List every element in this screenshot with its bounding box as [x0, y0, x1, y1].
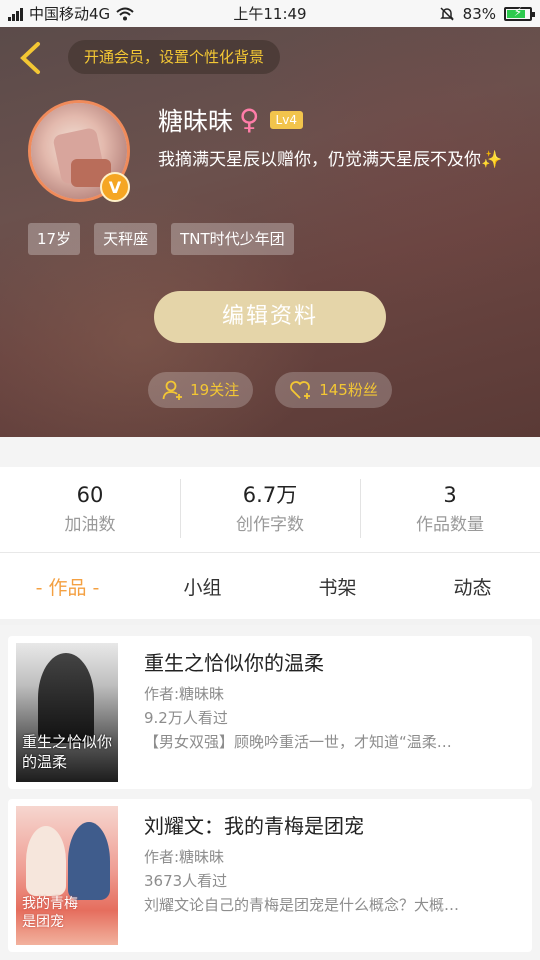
profile-tabs: - 作品 - 小组 书架 动态	[0, 553, 540, 625]
book-card[interactable]: 重生之恰似你的温柔 重生之恰似你的温柔 作者:糖昧昧 9.2万人看过 【男女双强…	[8, 636, 532, 789]
tab-activity[interactable]: 动态	[405, 553, 540, 619]
book-cover-text: 我的青梅是团宠	[22, 896, 78, 930]
stat-word-count[interactable]: 6.7万 创作字数	[180, 467, 360, 552]
book-author: 作者:糖昧昧	[144, 685, 225, 703]
tag-zodiac: 天秤座	[94, 223, 158, 255]
nickname-row: 糖昧昧 ♀ Lv4	[158, 102, 303, 138]
works-list: 重生之恰似你的温柔 重生之恰似你的温柔 作者:糖昧昧 9.2万人看过 【男女双强…	[0, 631, 540, 960]
book-views: 9.2万人看过	[144, 709, 228, 727]
book-views: 3673人看过	[144, 872, 228, 890]
book-author: 作者:糖昧昧	[144, 848, 225, 866]
book-card[interactable]: 我的青梅是团宠 刘耀文：我的青梅是团宠 作者:糖昧昧 3673人看过 刘耀文论自…	[8, 799, 532, 952]
vip-banner[interactable]: 开通会员，设置个性化背景	[68, 40, 281, 74]
chevron-left-icon	[20, 42, 40, 74]
verified-badge: V	[100, 172, 130, 202]
signal-icon	[8, 7, 23, 21]
following-button[interactable]: 19关注	[148, 372, 254, 408]
stat-value: 3	[443, 483, 457, 507]
stat-value: 6.7万	[242, 483, 298, 507]
stat-cheers[interactable]: 60 加油数	[0, 467, 180, 552]
stat-label: 作品数量	[416, 515, 484, 535]
book-title: 重生之恰似你的温柔	[144, 651, 324, 675]
tab-works[interactable]: - 作品 -	[0, 553, 135, 619]
profile-header: 开通会员，设置个性化背景 V 糖昧昧 ♀ Lv4 我摘满天星辰以赠你，仍觉满天星…	[0, 27, 540, 437]
heart-add-icon	[290, 381, 311, 399]
female-icon: ♀	[239, 103, 260, 136]
stat-value: 60	[76, 483, 104, 507]
tab-groups[interactable]: 小组	[135, 553, 270, 619]
following-count: 19关注	[190, 381, 240, 399]
bio: 我摘满天星辰以赠你，仍觉满天星辰不及你✨	[158, 150, 503, 170]
stat-label: 加油数	[64, 515, 116, 535]
charging-icon: ⚡	[513, 4, 523, 19]
book-cover: 我的青梅是团宠	[16, 806, 118, 945]
stats-bar: 60 加油数 6.7万 创作字数 3 作品数量	[0, 467, 540, 553]
back-button[interactable]	[10, 37, 50, 77]
profile-tags: 17岁 天秤座 TNT时代少年团	[28, 223, 294, 255]
status-bar: 中国移动4G 上午11:49 83% ⚡	[0, 0, 540, 27]
tag-age: 17岁	[28, 223, 81, 255]
mute-bell-icon	[439, 6, 454, 21]
tab-bookshelf[interactable]: 书架	[270, 553, 405, 619]
follow-row: 19关注 145粉丝	[0, 372, 540, 408]
book-description: 【男女双强】顾晚吟重活一世，才知道“温柔…	[144, 733, 452, 751]
level-badge: Lv4	[269, 111, 303, 129]
book-cover: 重生之恰似你的温柔	[16, 643, 118, 782]
wifi-icon	[116, 7, 134, 20]
fans-button[interactable]: 145粉丝	[275, 372, 392, 408]
book-cover-text: 重生之恰似你的温柔	[22, 733, 113, 771]
battery-percent: 83%	[462, 4, 496, 23]
carrier-label: 中国移动4G	[29, 5, 111, 23]
book-title: 刘耀文：我的青梅是团宠	[144, 814, 364, 838]
book-description: 刘耀文论自己的青梅是团宠是什么概念？大概…	[144, 896, 460, 914]
battery-icon: ⚡	[504, 4, 535, 21]
nickname: 糖昧昧	[158, 107, 234, 136]
stat-label: 创作字数	[236, 515, 304, 535]
user-add-icon	[162, 380, 183, 400]
tag-fandom: TNT时代少年团	[171, 223, 294, 255]
stat-works-count[interactable]: 3 作品数量	[360, 467, 540, 552]
fans-count: 145粉丝	[319, 381, 378, 399]
edit-profile-button[interactable]: 编辑资料	[154, 291, 386, 343]
